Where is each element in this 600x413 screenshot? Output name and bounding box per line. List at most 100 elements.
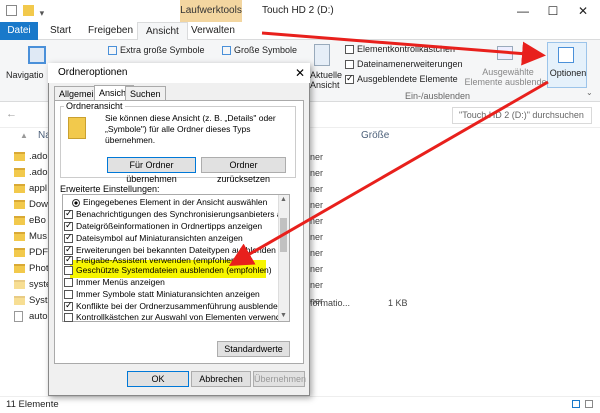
navigation-pane-label[interactable]: Navigatio xyxy=(6,70,44,80)
list-item[interactable]: appl xyxy=(14,182,47,196)
setting-label: Benachrichtigungen des Synchronisierungs… xyxy=(76,209,278,219)
row-type: ner xyxy=(310,280,324,290)
list-item[interactable]: syste xyxy=(14,278,51,292)
list-item-name: eBo xyxy=(29,215,46,226)
radio-icon[interactable] xyxy=(72,198,80,207)
list-item[interactable]: Mus xyxy=(14,230,47,244)
tab-freigeben[interactable]: Freigeben xyxy=(80,22,141,40)
setting-item[interactable]: Immer Symbole statt Miniaturansichten an… xyxy=(64,289,278,300)
setting-checkbox[interactable] xyxy=(64,278,73,288)
column-header-size[interactable]: Größe xyxy=(361,130,389,141)
contextual-tab-drive-tools: Laufwerktools xyxy=(180,0,242,22)
tab-suchen[interactable]: Suchen xyxy=(125,86,166,101)
quick-access-icons[interactable]: ▾ xyxy=(6,5,44,19)
file-extensions-option[interactable]: Dateinamenerweiterungen xyxy=(345,59,463,70)
setting-item[interactable]: Eingegebenes Element in der Ansicht ausw… xyxy=(64,197,278,208)
item-checkboxes-checkbox[interactable] xyxy=(345,45,354,55)
setting-item[interactable]: Immer Menüs anzeigen xyxy=(64,277,278,288)
current-view-icon[interactable] xyxy=(314,44,330,66)
file-extensions-checkbox[interactable] xyxy=(345,60,354,70)
tab-start[interactable]: Start xyxy=(42,22,79,40)
setting-item[interactable]: Dateisymbol auf Miniaturansichten anzeig… xyxy=(64,233,278,244)
ok-button[interactable]: OK xyxy=(127,371,189,387)
setting-checkbox[interactable] xyxy=(64,233,73,244)
new-folder-icon[interactable] xyxy=(22,5,34,16)
extra-large-icons-option[interactable]: Extra große Symbole xyxy=(108,45,205,56)
setting-checkbox[interactable] xyxy=(64,301,73,312)
reset-folders-button[interactable]: Ordner zurücksetzen xyxy=(201,157,286,184)
tab-ansicht[interactable]: Ansicht xyxy=(137,22,188,41)
setting-checkbox[interactable] xyxy=(64,245,73,256)
item-checkboxes-option[interactable]: Elementkontrollkästchen xyxy=(345,44,455,55)
list-item[interactable]: eBo xyxy=(14,214,46,228)
list-item-name: appl xyxy=(29,183,47,194)
setting-checkbox[interactable] xyxy=(64,209,73,220)
folder-icon xyxy=(14,151,25,161)
setting-label: Eingegebenes Element in der Ansicht ausw… xyxy=(83,197,268,207)
restore-defaults-button[interactable]: Standardwerte xyxy=(217,341,290,357)
tab-verwalten[interactable]: Verwalten xyxy=(183,22,243,40)
hidden-items-checkbox[interactable] xyxy=(345,73,354,85)
list-item[interactable]: .ado xyxy=(14,166,48,180)
list-item-name: Mus xyxy=(29,231,47,242)
scroll-down-icon[interactable]: ▼ xyxy=(280,312,287,319)
hide-selected-label[interactable]: Ausgewählte Elemente ausblenden xyxy=(462,67,554,87)
file-icon xyxy=(14,310,23,322)
list-item[interactable]: .ado xyxy=(14,150,48,164)
setting-checkbox[interactable] xyxy=(64,313,73,323)
hide-selected-icon[interactable] xyxy=(497,46,513,60)
extra-large-icons-label: Extra große Symbole xyxy=(120,45,205,55)
list-item[interactable]: Syst xyxy=(14,294,47,308)
apply-button[interactable]: Übernehmen xyxy=(253,371,306,387)
settings-scrollbar[interactable] xyxy=(278,195,289,321)
cancel-button[interactable]: Abbrechen xyxy=(191,371,251,387)
hidden-items-option[interactable]: Ausgeblendete Elemente xyxy=(345,73,458,85)
setting-label: Kontrollkästchen zur Auswahl von Element… xyxy=(76,312,278,322)
list-item[interactable]: Dow xyxy=(14,198,48,212)
scroll-up-icon[interactable]: ▲ xyxy=(280,196,287,203)
folder-view-group-title: Ordneransicht xyxy=(64,101,125,111)
current-view-label[interactable]: Aktuelle Ansicht xyxy=(310,70,342,90)
list-item-name: Dow xyxy=(29,199,49,210)
apply-to-folders-button[interactable]: Für Ordner übernehmen xyxy=(107,157,196,184)
advanced-settings-label: Erweiterte Einstellungen: xyxy=(60,184,160,194)
setting-checkbox[interactable] xyxy=(64,255,73,266)
file-extensions-label: Dateinamenerweiterungen xyxy=(357,59,463,69)
setting-item[interactable]: Benachrichtigungen des Synchronisierungs… xyxy=(64,209,278,220)
expand-ribbon-icon[interactable]: ⌄ xyxy=(586,88,593,97)
navigation-pane-icon[interactable] xyxy=(28,46,46,64)
tab-datei[interactable]: Datei xyxy=(0,22,38,40)
properties-icon[interactable] xyxy=(6,5,17,16)
row-type: ner xyxy=(310,200,324,210)
setting-item[interactable]: Dateigrößeinformationen in Ordnertipps a… xyxy=(64,221,278,232)
list-item-name: Phot xyxy=(29,263,49,274)
setting-checkbox[interactable] xyxy=(64,266,73,276)
setting-item[interactable]: Kontrollkästchen zur Auswahl von Element… xyxy=(64,312,278,323)
close-window-button[interactable]: ✕ xyxy=(568,0,598,22)
scrollbar-thumb[interactable] xyxy=(280,218,287,252)
setting-item[interactable]: Konflikte bei der Ordnerzusammenführung … xyxy=(64,301,278,312)
list-item[interactable]: PDF xyxy=(14,246,48,260)
dialog-close-icon[interactable]: ✕ xyxy=(290,63,310,83)
large-icons-view-icon[interactable] xyxy=(585,400,593,408)
details-view-icon[interactable] xyxy=(572,400,580,408)
back-arrow-icon[interactable]: ← xyxy=(6,108,17,120)
large-icons-option[interactable]: Große Symbole xyxy=(222,45,297,56)
setting-checkbox[interactable] xyxy=(64,221,73,232)
folder-icon xyxy=(14,263,25,273)
folder-icon xyxy=(14,215,25,225)
customize-qat-icon[interactable]: ▾ xyxy=(40,8,45,18)
setting-checkbox[interactable] xyxy=(64,290,73,300)
folder-view-icon xyxy=(68,117,86,139)
list-item[interactable]: Phot xyxy=(14,262,49,276)
setting-label: Immer Symbole statt Miniaturansichten an… xyxy=(76,289,260,299)
dialog-title: Ordneroptionen xyxy=(48,63,310,83)
maximize-button[interactable]: ☐ xyxy=(538,0,568,22)
search-input[interactable]: "Touch HD 2 (D:)" durchsuchen xyxy=(452,107,592,124)
list-item[interactable]: auto xyxy=(14,310,48,324)
group-show-hide-label: Ein-/ausblenden xyxy=(405,91,471,101)
minimize-button[interactable]: — xyxy=(508,0,538,22)
list-item-name: .ado xyxy=(29,151,48,162)
list-item-name: auto xyxy=(29,311,48,322)
setting-item[interactable]: Geschützte Systemdateien ausblenden (emp… xyxy=(64,265,278,276)
